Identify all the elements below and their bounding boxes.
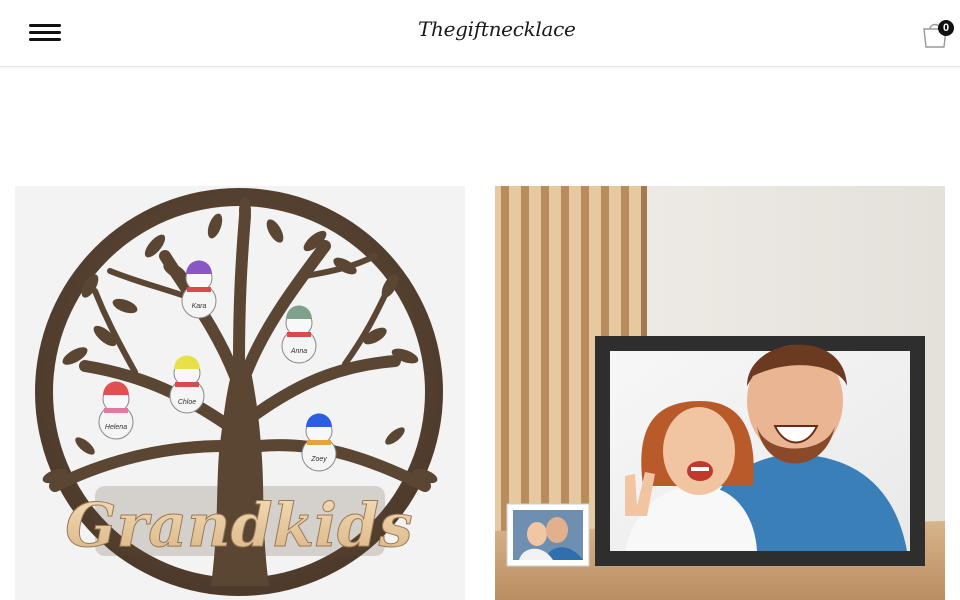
ornament-name: Helena (105, 424, 127, 431)
menu-bar (29, 38, 61, 41)
ornament-name: Chloe (178, 399, 196, 406)
ornament-name: Anna (290, 348, 307, 355)
menu-bar (29, 31, 61, 34)
product-card-couple-frame[interactable] (495, 186, 945, 600)
ornament-name: Kara (192, 303, 207, 310)
snowman-ornament: Chloe (169, 355, 205, 414)
ornament-name: Zoey (310, 456, 327, 463)
snowman-ornament: Zoey (301, 413, 337, 472)
grandkids-family-tree-sign-image: Kara Anna Chloe Helena Zoey Grandkids (15, 186, 465, 600)
couple-photo-frame-image (495, 186, 945, 600)
snowman-ornament: Kara (181, 260, 217, 319)
hamburger-menu-icon[interactable] (29, 22, 62, 44)
cart-count-badge: 0 (938, 20, 954, 36)
sign-text: Grandkids (65, 491, 412, 561)
menu-bar (29, 24, 61, 27)
snowman-ornament: Anna (281, 305, 317, 364)
product-card-grandkids-sign[interactable]: Kara Anna Chloe Helena Zoey Grandkids (15, 186, 465, 600)
site-logo[interactable]: Thegiftnecklace (418, 17, 576, 41)
snowman-ornament: Helena (98, 381, 134, 440)
site-header: Thegiftnecklace 0 (0, 0, 960, 67)
cart-button[interactable]: 0 (920, 18, 954, 52)
